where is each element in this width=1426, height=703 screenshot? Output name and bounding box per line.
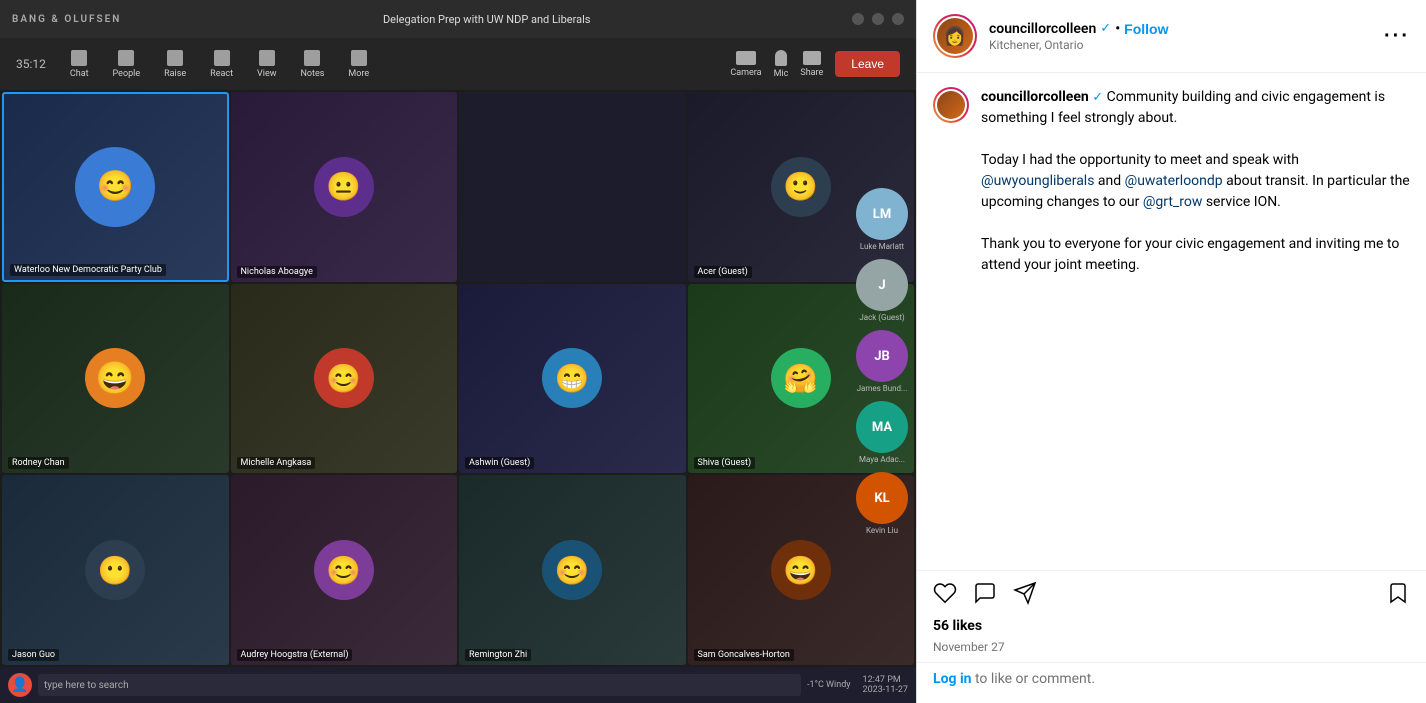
more-options-button[interactable]: ··· (1384, 25, 1410, 48)
mic-tool[interactable]: Mic (774, 50, 789, 79)
share-button[interactable] (1013, 581, 1037, 610)
video-cell-6: 😁 Ashwin (Guest) (459, 284, 686, 474)
side-participants: LM Luke Marlatt J Jack (Guest) JB James … (856, 188, 908, 535)
comment-avatar-ring[interactable] (933, 87, 969, 123)
side-participant-lm: LM Luke Marlatt (856, 188, 908, 251)
post-likes: 56 likes (917, 614, 1426, 638)
video-cell-9: 😊 Audrey Hoogstra (External) (231, 475, 458, 665)
view-tool[interactable]: View (257, 50, 276, 79)
participant-label-2: Nicholas Aboagye (237, 266, 317, 278)
camera-tool[interactable]: Camera (730, 51, 761, 78)
post-login-cta: Log in to like or comment. (917, 662, 1426, 703)
participant-label-4: Rodney Chan (8, 457, 69, 469)
teams-toolbar: 35:12 Chat People Raise React View (0, 38, 916, 90)
side-participant-jb: JB James Bund... (856, 330, 908, 393)
verified-icon: ✓ (1100, 21, 1111, 36)
post-header-name-row: councillorcolleen ✓ • Follow (989, 21, 1372, 37)
mention-uwaterloondp[interactable]: @uwaterloondp (1125, 173, 1223, 189)
separator-dot: • (1115, 21, 1120, 37)
side-participant-ma: MA Maya Adac... (856, 401, 908, 464)
participant-label-6: Ashwin (Guest) (465, 457, 534, 469)
leave-button[interactable]: Leave (835, 51, 900, 77)
comment-avatar (937, 91, 965, 119)
participant-label-9: Audrey Hoogstra (External) (237, 649, 353, 661)
profile-avatar-inner: 👩 (935, 16, 975, 56)
video-cell-4: 😄 Rodney Chan (2, 284, 229, 474)
side-participant-kl: KL Kevin Liu (856, 472, 908, 535)
participant-label-8: Jason Guo (8, 649, 59, 661)
video-topbar: BANG & OLUFSEN Delegation Prep with UW N… (0, 0, 916, 38)
window-controls (852, 13, 904, 25)
participant-label-11: Sam Goncalves-Horton (694, 649, 794, 661)
mention-grt-row[interactable]: @grt_row (1143, 194, 1203, 210)
call-timer: 35:12 (16, 57, 46, 71)
comment-verified-icon: ✓ (1092, 90, 1103, 105)
meeting-title: Delegation Prep with UW NDP and Liberals (383, 13, 591, 26)
people-tool[interactable]: People (113, 50, 141, 79)
post-date: November 27 (917, 638, 1426, 662)
participant-label-10: Remington Zhi (465, 649, 531, 661)
participant-label-7: Shiva (Guest) (694, 457, 756, 469)
participant-label-3: Acer (Guest) (694, 266, 752, 278)
chat-tool[interactable]: Chat (70, 50, 89, 79)
like-button[interactable] (933, 581, 957, 610)
bookmark-button[interactable] (1386, 581, 1410, 610)
participant-label-1: Waterloo New Democratic Party Club (10, 264, 166, 276)
post-header: 👩 councillorcolleen ✓ • Follow Kitchener… (917, 0, 1426, 73)
post-header-info: councillorcolleen ✓ • Follow Kitchener, … (989, 21, 1372, 52)
comment-avatar-inner (935, 89, 967, 121)
login-cta-text: to like or comment. (972, 671, 1096, 687)
post-content: councillorcolleen ✓ Community building a… (917, 73, 1426, 570)
post-panel: 👩 councillorcolleen ✓ • Follow Kitchener… (916, 0, 1426, 703)
side-participant-j: J Jack (Guest) (856, 259, 908, 322)
video-grid: 😊 Waterloo New Democratic Party Club 😐 N… (0, 90, 916, 667)
participant-label-5: Michelle Angkasa (237, 457, 316, 469)
taskbar: 👤 type here to search -1°C Windy 12:47 P… (0, 667, 916, 703)
video-cell-8: 😶 Jason Guo (2, 475, 229, 665)
profile-avatar: 👩 (937, 18, 973, 54)
comment-username[interactable]: councillorcolleen (981, 89, 1089, 105)
more-tool[interactable]: More (348, 50, 369, 79)
post-comment: councillorcolleen ✓ Community building a… (933, 87, 1410, 276)
brand-label: BANG & OLUFSEN (12, 14, 121, 25)
react-tool[interactable]: React (210, 50, 233, 79)
video-cell-1: 😊 Waterloo New Democratic Party Club (2, 92, 229, 282)
comment-body: councillorcolleen ✓ Community building a… (981, 87, 1410, 276)
video-cell-2: 😐 Nicholas Aboagye (231, 92, 458, 282)
mention-uwyoungliberals[interactable]: @uwyoungliberals (981, 173, 1094, 189)
post-actions (917, 570, 1426, 614)
raise-tool[interactable]: Raise (164, 50, 186, 79)
follow-button[interactable]: Follow (1124, 21, 1168, 37)
share-tool[interactable]: Share (800, 51, 823, 78)
post-location: Kitchener, Ontario (989, 38, 1372, 52)
taskbar-system: -1°C Windy 12:47 PM2023-11-27 (807, 675, 908, 695)
profile-avatar-ring[interactable]: 👩 (933, 14, 977, 58)
post-image: BANG & OLUFSEN Delegation Prep with UW N… (0, 0, 916, 703)
search-bar[interactable]: type here to search (38, 674, 801, 696)
video-cell-10: 😊 Remington Zhi (459, 475, 686, 665)
video-cell-5: 😊 Michelle Angkasa (231, 284, 458, 474)
login-link[interactable]: Log in (933, 671, 972, 687)
comment-text: Community building and civic engagement … (981, 89, 1410, 273)
comment-button[interactable] (973, 581, 997, 610)
notes-tool[interactable]: Notes (301, 50, 325, 79)
post-username[interactable]: councillorcolleen (989, 21, 1096, 37)
video-cell-empty (459, 92, 686, 282)
taskbar-user-icon: 👤 (8, 673, 32, 697)
